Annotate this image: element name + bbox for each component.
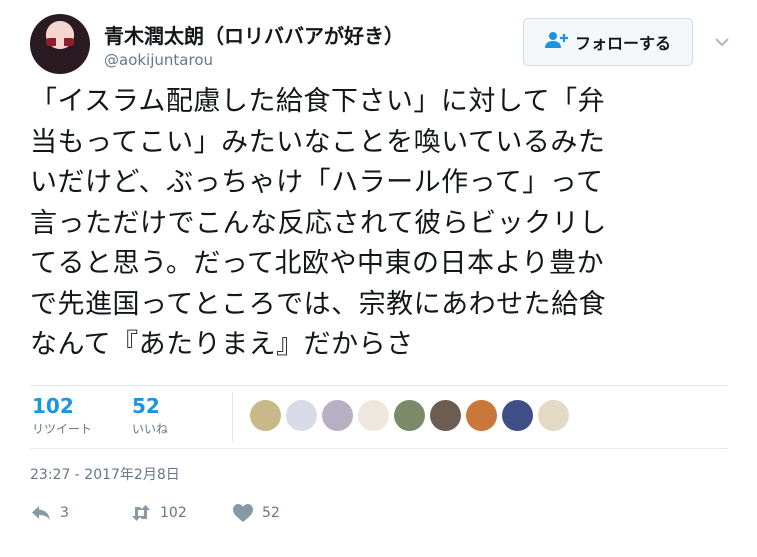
liker-avatar[interactable] [394,400,425,431]
tweet-line: 言っただけでこんな反応されて彼らビックリし [30,207,607,239]
tweet-line: 当もってこい」みたいなことを喚いているみた [30,126,606,158]
retweet-label: リツイート [32,422,93,436]
liker-avatars [250,400,569,431]
reply-button[interactable]: 3 [30,503,130,523]
liker-avatar[interactable] [466,400,497,431]
reply-icon [32,506,50,520]
like-action-count: 52 [262,505,280,521]
liker-avatar[interactable] [538,400,569,431]
like-stat[interactable]: 52 いいね [132,394,168,437]
retweet-count: 102 [32,394,74,418]
stat-separator [232,392,233,442]
liker-avatar[interactable] [502,400,533,431]
retweet-button[interactable]: 102 [130,503,232,523]
liker-avatar[interactable] [286,400,317,431]
tweet-timestamp[interactable]: 23:27 - 2017年2月8日 [30,464,180,484]
retweet-icon [132,505,150,521]
avatar[interactable] [30,14,90,74]
divider [30,385,728,386]
user-handle[interactable]: @aokijuntarou [104,51,213,69]
retweet-stat[interactable]: 102 リツイート [32,394,92,437]
reply-count: 3 [60,505,69,521]
tweet-actions: 3 102 52 [30,503,280,523]
display-name[interactable]: 青木潤太朗（ロリババアが好き） [104,20,404,49]
tweet-line: で先進国ってところでは、宗教にあわせた給食 [30,288,607,320]
heart-icon [233,504,253,522]
tweet-line: なんて『あたりまえ』だからさ [30,329,414,360]
follow-button-label: フォローする [574,34,671,53]
liker-avatar[interactable] [430,400,461,431]
tweet-line: てると思う。だって北欧や中東の日本より豊か [30,248,604,279]
add-user-icon [544,31,569,53]
liker-avatar[interactable] [322,400,353,431]
retweet-action-count: 102 [160,505,187,521]
tweet-line: いだけど、ぶっちゃけ「ハラール作って」って [30,167,604,198]
like-label: いいね [132,422,169,436]
like-button[interactable]: 52 [232,503,280,523]
follow-button[interactable]: フォローする [523,18,693,66]
liker-avatar[interactable] [358,400,389,431]
chevron-down-icon[interactable] [714,36,730,48]
tweet-text: 「イスラム配慮した給食下さい」に対して「弁 当もってこい」みたいなことを喚いてい… [30,82,736,366]
like-count: 52 [132,394,160,418]
divider [30,448,728,449]
liker-avatar[interactable] [250,400,281,431]
tweet-line: 「イスラム配慮した給食下さい」に対して「弁 [30,86,606,117]
